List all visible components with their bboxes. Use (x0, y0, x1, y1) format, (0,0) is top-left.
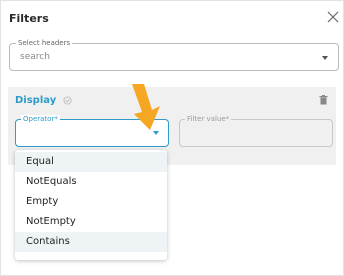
select-headers-input[interactable]: search (20, 52, 50, 62)
filter-value-label: Filter value* (185, 115, 232, 124)
operator-option-notequals[interactable]: NotEquals (15, 172, 167, 192)
chevron-down-icon[interactable] (322, 56, 328, 60)
operator-label: Operator* (21, 115, 60, 124)
select-headers-label: Select headers (16, 39, 73, 48)
operator-option-contains[interactable]: Contains (15, 232, 167, 252)
operator-option-notempty[interactable]: NotEmpty (15, 212, 167, 232)
close-icon[interactable] (327, 11, 339, 23)
display-group-label: Display (15, 95, 57, 106)
pointer-arrow-icon (132, 84, 160, 130)
operator-option-empty[interactable]: Empty (15, 192, 167, 212)
dialog-title: Filters (9, 12, 49, 25)
operator-option-equal[interactable]: Equal (15, 152, 167, 172)
filter-value-field[interactable]: Filter value* (179, 115, 333, 147)
select-headers-field[interactable]: Select headers search (9, 39, 339, 71)
operator-dropdown-menu: Equal NotEquals Empty NotEmpty Contains (15, 150, 167, 260)
check-circle-icon (63, 96, 72, 105)
trash-icon[interactable] (319, 95, 328, 105)
